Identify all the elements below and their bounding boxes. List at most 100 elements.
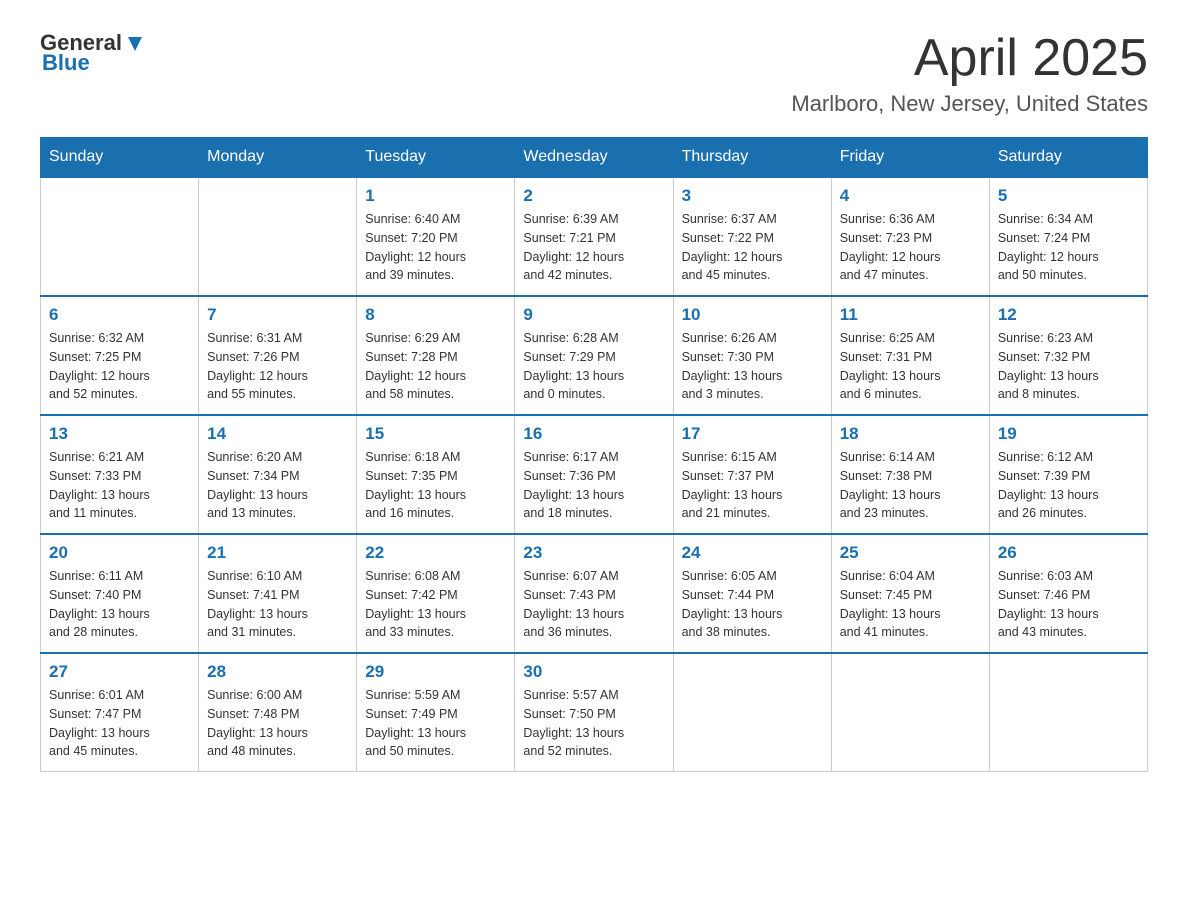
day-info: Sunrise: 6:14 AMSunset: 7:38 PMDaylight:… <box>840 448 981 523</box>
day-number: 5 <box>998 186 1139 206</box>
day-number: 14 <box>207 424 348 444</box>
calendar-cell: 4 Sunrise: 6:36 AMSunset: 7:23 PMDaylight… <box>831 177 989 296</box>
day-number: 8 <box>365 305 506 325</box>
calendar-title: April 2025 <box>791 30 1148 87</box>
calendar-cell: 12 Sunrise: 6:23 AMSunset: 7:32 PMDayligh… <box>989 296 1147 415</box>
calendar-cell: 6 Sunrise: 6:32 AMSunset: 7:25 PMDaylight… <box>41 296 199 415</box>
day-info: Sunrise: 6:04 AMSunset: 7:45 PMDaylight:… <box>840 567 981 642</box>
day-number: 21 <box>207 543 348 563</box>
day-number: 25 <box>840 543 981 563</box>
day-number: 23 <box>523 543 664 563</box>
day-number: 4 <box>840 186 981 206</box>
day-info: Sunrise: 6:00 AMSunset: 7:48 PMDaylight:… <box>207 686 348 761</box>
day-number: 20 <box>49 543 190 563</box>
day-number: 29 <box>365 662 506 682</box>
day-number: 19 <box>998 424 1139 444</box>
day-info: Sunrise: 6:15 AMSunset: 7:37 PMDaylight:… <box>682 448 823 523</box>
day-info: Sunrise: 5:57 AMSunset: 7:50 PMDaylight:… <box>523 686 664 761</box>
day-info: Sunrise: 6:29 AMSunset: 7:28 PMDaylight:… <box>365 329 506 404</box>
day-info: Sunrise: 6:21 AMSunset: 7:33 PMDaylight:… <box>49 448 190 523</box>
calendar-table: SundayMondayTuesdayWednesdayThursdayFrid… <box>40 137 1148 772</box>
day-info: Sunrise: 6:25 AMSunset: 7:31 PMDaylight:… <box>840 329 981 404</box>
day-number: 27 <box>49 662 190 682</box>
calendar-cell: 26 Sunrise: 6:03 AMSunset: 7:46 PMDayligh… <box>989 534 1147 653</box>
calendar-cell: 24 Sunrise: 6:05 AMSunset: 7:44 PMDayligh… <box>673 534 831 653</box>
logo-blue-text: Blue <box>42 50 90 76</box>
day-header-sunday: Sunday <box>41 138 199 178</box>
day-info: Sunrise: 6:08 AMSunset: 7:42 PMDaylight:… <box>365 567 506 642</box>
calendar-cell <box>831 653 989 772</box>
day-number: 3 <box>682 186 823 206</box>
day-header-tuesday: Tuesday <box>357 138 515 178</box>
day-info: Sunrise: 6:32 AMSunset: 7:25 PMDaylight:… <box>49 329 190 404</box>
day-number: 1 <box>365 186 506 206</box>
day-header-wednesday: Wednesday <box>515 138 673 178</box>
day-number: 9 <box>523 305 664 325</box>
day-info: Sunrise: 6:39 AMSunset: 7:21 PMDaylight:… <box>523 210 664 285</box>
calendar-week-row: 13 Sunrise: 6:21 AMSunset: 7:33 PMDayligh… <box>41 415 1148 534</box>
logo: General Blue <box>40 30 146 76</box>
day-info: Sunrise: 6:28 AMSunset: 7:29 PMDaylight:… <box>523 329 664 404</box>
day-number: 22 <box>365 543 506 563</box>
calendar-cell: 18 Sunrise: 6:14 AMSunset: 7:38 PMDayligh… <box>831 415 989 534</box>
day-info: Sunrise: 6:01 AMSunset: 7:47 PMDaylight:… <box>49 686 190 761</box>
calendar-cell: 23 Sunrise: 6:07 AMSunset: 7:43 PMDayligh… <box>515 534 673 653</box>
logo-triangle-icon <box>124 33 146 55</box>
calendar-cell: 14Sunrise: 6:20 AMSunset: 7:34 PMDayligh… <box>199 415 357 534</box>
calendar-cell: 17 Sunrise: 6:15 AMSunset: 7:37 PMDayligh… <box>673 415 831 534</box>
calendar-week-row: 20 Sunrise: 6:11 AMSunset: 7:40 PMDayligh… <box>41 534 1148 653</box>
calendar-cell: 3 Sunrise: 6:37 AMSunset: 7:22 PMDaylight… <box>673 177 831 296</box>
day-header-thursday: Thursday <box>673 138 831 178</box>
calendar-cell: 27 Sunrise: 6:01 AMSunset: 7:47 PMDayligh… <box>41 653 199 772</box>
day-number: 26 <box>998 543 1139 563</box>
day-info: Sunrise: 6:40 AMSunset: 7:20 PMDaylight:… <box>365 210 506 285</box>
day-number: 24 <box>682 543 823 563</box>
calendar-week-row: 1 Sunrise: 6:40 AMSunset: 7:20 PMDaylight… <box>41 177 1148 296</box>
day-info: Sunrise: 6:12 AMSunset: 7:39 PMDaylight:… <box>998 448 1139 523</box>
calendar-cell: 29 Sunrise: 5:59 AMSunset: 7:49 PMDayligh… <box>357 653 515 772</box>
calendar-cell: 5Sunrise: 6:34 AMSunset: 7:24 PMDaylight… <box>989 177 1147 296</box>
calendar-week-row: 6 Sunrise: 6:32 AMSunset: 7:25 PMDaylight… <box>41 296 1148 415</box>
day-number: 10 <box>682 305 823 325</box>
day-number: 17 <box>682 424 823 444</box>
day-number: 6 <box>49 305 190 325</box>
day-info: Sunrise: 6:03 AMSunset: 7:46 PMDaylight:… <box>998 567 1139 642</box>
title-block: April 2025 Marlboro, New Jersey, United … <box>791 30 1148 117</box>
day-info: Sunrise: 6:36 AMSunset: 7:23 PMDaylight:… <box>840 210 981 285</box>
calendar-subtitle: Marlboro, New Jersey, United States <box>791 91 1148 117</box>
day-info: Sunrise: 6:17 AMSunset: 7:36 PMDaylight:… <box>523 448 664 523</box>
calendar-header-row: SundayMondayTuesdayWednesdayThursdayFrid… <box>41 138 1148 178</box>
calendar-cell: 25 Sunrise: 6:04 AMSunset: 7:45 PMDayligh… <box>831 534 989 653</box>
day-info: Sunrise: 6:37 AMSunset: 7:22 PMDaylight:… <box>682 210 823 285</box>
day-info: Sunrise: 6:26 AMSunset: 7:30 PMDaylight:… <box>682 329 823 404</box>
day-number: 12 <box>998 305 1139 325</box>
day-info: Sunrise: 6:23 AMSunset: 7:32 PMDaylight:… <box>998 329 1139 404</box>
calendar-cell: 1 Sunrise: 6:40 AMSunset: 7:20 PMDaylight… <box>357 177 515 296</box>
day-info: Sunrise: 6:07 AMSunset: 7:43 PMDaylight:… <box>523 567 664 642</box>
calendar-cell: 15Sunrise: 6:18 AMSunset: 7:35 PMDayligh… <box>357 415 515 534</box>
calendar-cell <box>673 653 831 772</box>
calendar-cell: 9 Sunrise: 6:28 AMSunset: 7:29 PMDaylight… <box>515 296 673 415</box>
day-info: Sunrise: 6:11 AMSunset: 7:40 PMDaylight:… <box>49 567 190 642</box>
calendar-cell <box>199 177 357 296</box>
day-info: Sunrise: 6:31 AMSunset: 7:26 PMDaylight:… <box>207 329 348 404</box>
day-number: 2 <box>523 186 664 206</box>
day-header-saturday: Saturday <box>989 138 1147 178</box>
calendar-cell <box>41 177 199 296</box>
day-info: Sunrise: 6:05 AMSunset: 7:44 PMDaylight:… <box>682 567 823 642</box>
day-info: Sunrise: 5:59 AMSunset: 7:49 PMDaylight:… <box>365 686 506 761</box>
calendar-cell: 28Sunrise: 6:00 AMSunset: 7:48 PMDayligh… <box>199 653 357 772</box>
day-number: 30 <box>523 662 664 682</box>
calendar-cell: 21Sunrise: 6:10 AMSunset: 7:41 PMDayligh… <box>199 534 357 653</box>
day-header-monday: Monday <box>199 138 357 178</box>
calendar-cell: 7Sunrise: 6:31 AMSunset: 7:26 PMDaylight… <box>199 296 357 415</box>
day-number: 13 <box>49 424 190 444</box>
calendar-cell: 19 Sunrise: 6:12 AMSunset: 7:39 PMDayligh… <box>989 415 1147 534</box>
calendar-cell: 20 Sunrise: 6:11 AMSunset: 7:40 PMDayligh… <box>41 534 199 653</box>
day-header-friday: Friday <box>831 138 989 178</box>
calendar-cell: 30 Sunrise: 5:57 AMSunset: 7:50 PMDayligh… <box>515 653 673 772</box>
day-number: 18 <box>840 424 981 444</box>
calendar-cell: 22 Sunrise: 6:08 AMSunset: 7:42 PMDayligh… <box>357 534 515 653</box>
day-info: Sunrise: 6:18 AMSunset: 7:35 PMDaylight:… <box>365 448 506 523</box>
calendar-cell: 11Sunrise: 6:25 AMSunset: 7:31 PMDayligh… <box>831 296 989 415</box>
